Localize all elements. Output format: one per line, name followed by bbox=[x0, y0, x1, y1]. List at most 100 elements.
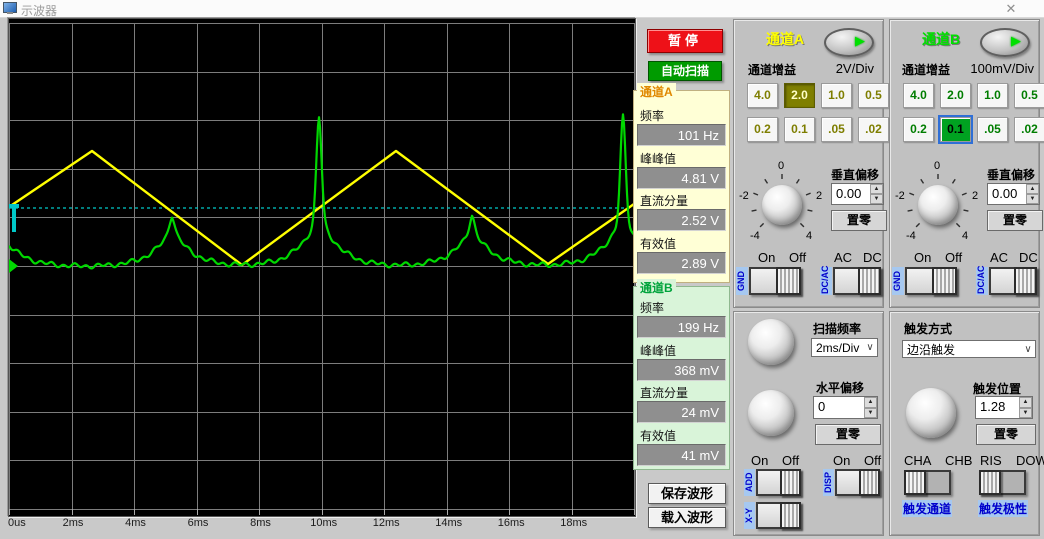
coupling-switch-tag: DC/AC bbox=[820, 267, 832, 295]
pause-button[interactable]: 暂停 bbox=[647, 29, 723, 53]
spinner-down-icon[interactable]: ▼ bbox=[1026, 194, 1039, 204]
switch-handle[interactable] bbox=[776, 267, 801, 295]
channel-b-panel-title: 通道B bbox=[922, 29, 960, 49]
pp-label: 峰峰值 bbox=[640, 150, 676, 167]
switch-handle[interactable] bbox=[859, 469, 880, 496]
spinner-down-icon[interactable]: ▼ bbox=[864, 408, 877, 419]
dow-label: DOW bbox=[1016, 453, 1044, 468]
dc-label: DC bbox=[863, 250, 882, 265]
ac-label: AC bbox=[990, 250, 1008, 265]
gain-button-a-2-0[interactable]: 2.0 bbox=[784, 83, 815, 108]
vertical-offset-knob-b[interactable] bbox=[918, 185, 958, 225]
pp-a-display: 4.81 V bbox=[637, 167, 726, 189]
coupling-switch-a[interactable] bbox=[833, 267, 881, 295]
dc-a-display: 2.52 V bbox=[637, 209, 726, 231]
gain-button-b-0-1[interactable]: 0.1 bbox=[940, 117, 971, 142]
gain-button-b-05[interactable]: .05 bbox=[977, 117, 1008, 142]
switch-handle[interactable] bbox=[780, 469, 801, 496]
gain-button-b-1-0[interactable]: 1.0 bbox=[977, 83, 1008, 108]
trigger-level-knob[interactable] bbox=[906, 388, 956, 438]
trigger-position-value[interactable]: 1.28 bbox=[976, 397, 1019, 418]
horizontal-offset-input[interactable]: 0 ▲▼ bbox=[813, 396, 878, 419]
trigger-channel-tag: 触发通道 bbox=[902, 500, 952, 517]
zero-trigger-position-button[interactable]: 置零 bbox=[976, 424, 1036, 445]
x-axis-label: 18ms bbox=[560, 517, 587, 529]
disp-switch[interactable] bbox=[835, 469, 880, 496]
on-label: On bbox=[914, 250, 931, 265]
spinner-up-icon[interactable]: ▲ bbox=[870, 184, 883, 194]
gain-button-b-4-0[interactable]: 4.0 bbox=[903, 83, 934, 108]
gnd-switch-tag: GND bbox=[736, 267, 748, 295]
channel-a-enable-toggle[interactable]: ▶ bbox=[824, 28, 874, 57]
spinner-up-icon[interactable]: ▲ bbox=[1026, 184, 1039, 194]
spinner-up-icon[interactable]: ▲ bbox=[1019, 397, 1032, 408]
vertical-offset-value-a[interactable]: 0.00 bbox=[832, 184, 870, 204]
add-switch[interactable] bbox=[756, 469, 801, 496]
pp-label: 峰峰值 bbox=[640, 342, 676, 359]
switch-handle[interactable] bbox=[904, 470, 926, 495]
close-icon[interactable]: ✕ bbox=[1002, 1, 1020, 16]
switch-handle[interactable] bbox=[932, 267, 957, 295]
gain-button-a-0-5[interactable]: 0.5 bbox=[858, 83, 889, 108]
switch-handle[interactable] bbox=[1014, 267, 1037, 295]
load-waveform-button[interactable]: 载入波形 bbox=[648, 507, 726, 528]
spinner-down-icon[interactable]: ▼ bbox=[1019, 408, 1032, 419]
oscilloscope-app-icon bbox=[3, 2, 17, 14]
save-waveform-button[interactable]: 保存波形 bbox=[648, 483, 726, 504]
vertical-offset-input-a[interactable]: 0.00 ▲▼ bbox=[831, 183, 884, 205]
sweep-rate-select[interactable]: 2ms/Div ∨ bbox=[811, 338, 878, 357]
channel-a-panel: 通道A ▶ 通道增益 2V/Div 2.0 4.0 1.0 0.5 0.2 0.… bbox=[733, 19, 884, 308]
trigger-channel-switch[interactable] bbox=[904, 470, 951, 495]
vertical-offset-knob-a[interactable] bbox=[762, 185, 802, 225]
trigger-mode-select[interactable]: 边沿触发 ∨ bbox=[902, 340, 1036, 358]
zero-vertical-offset-a-button[interactable]: 置零 bbox=[831, 210, 887, 231]
rms-label: 有效值 bbox=[640, 427, 676, 444]
freq-a-display: 101 Hz bbox=[637, 124, 726, 146]
freq-b-display: 199 Hz bbox=[637, 316, 726, 338]
off-label: Off bbox=[864, 453, 881, 468]
sweep-rate-value: 2ms/Div bbox=[812, 341, 863, 355]
sweep-rate-knob[interactable] bbox=[748, 319, 794, 365]
gain-button-a-4-0[interactable]: 4.0 bbox=[747, 83, 778, 108]
gain-button-a-0-1[interactable]: 0.1 bbox=[784, 117, 815, 142]
trigger-position-input[interactable]: 1.28 ▲▼ bbox=[975, 396, 1033, 419]
on-label: On bbox=[751, 453, 768, 468]
coupling-switch-b[interactable] bbox=[989, 267, 1037, 295]
gnd-switch-b[interactable] bbox=[905, 267, 957, 295]
chevron-down-icon: ∨ bbox=[1021, 344, 1035, 355]
gain-button-a-05[interactable]: .05 bbox=[821, 117, 852, 142]
gain-button-b-0-2[interactable]: 0.2 bbox=[903, 117, 934, 142]
vertical-offset-input-b[interactable]: 0.00 ▲▼ bbox=[987, 183, 1040, 205]
vertical-offset-value-b[interactable]: 0.00 bbox=[988, 184, 1026, 204]
zero-horizontal-offset-button[interactable]: 置零 bbox=[815, 424, 881, 445]
channel-b-enable-toggle[interactable]: ▶ bbox=[980, 28, 1030, 57]
rms-a-display: 2.89 V bbox=[637, 252, 726, 274]
channel-b-measurements: 通道B 频率 199 Hz 峰峰值 368 mV 直流分量 24 mV 有效值 … bbox=[633, 286, 730, 470]
gain-label: 通道增益 bbox=[902, 61, 950, 78]
spinner-down-icon[interactable]: ▼ bbox=[870, 194, 883, 204]
switch-handle[interactable] bbox=[858, 267, 881, 295]
trigger-polarity-tag: 触发极性 bbox=[978, 500, 1028, 517]
switch-handle[interactable] bbox=[979, 470, 1001, 495]
x-axis-label: 8ms bbox=[250, 517, 271, 529]
spinner-up-icon[interactable]: ▲ bbox=[864, 397, 877, 408]
gain-button-a-0-2[interactable]: 0.2 bbox=[747, 117, 778, 142]
gain-button-b-02[interactable]: .02 bbox=[1014, 117, 1044, 142]
horizontal-offset-value[interactable]: 0 bbox=[814, 397, 864, 418]
knob-scale-0: 0 bbox=[778, 160, 784, 172]
autoscan-button[interactable]: 自动扫描 bbox=[648, 61, 722, 81]
trigger-polarity-switch[interactable] bbox=[979, 470, 1026, 495]
knob-scale-2: 2 bbox=[972, 190, 978, 202]
gain-button-b-2-0[interactable]: 2.0 bbox=[940, 83, 971, 108]
switch-handle[interactable] bbox=[780, 502, 801, 529]
xy-switch[interactable] bbox=[756, 502, 801, 529]
gnd-switch-a[interactable] bbox=[749, 267, 801, 295]
horizontal-offset-knob[interactable] bbox=[748, 390, 794, 436]
gain-button-b-0-5[interactable]: 0.5 bbox=[1014, 83, 1044, 108]
x-axis-label: 6ms bbox=[188, 517, 209, 529]
off-label: Off bbox=[945, 250, 962, 265]
ac-label: AC bbox=[834, 250, 852, 265]
gain-button-a-02[interactable]: .02 bbox=[858, 117, 889, 142]
zero-vertical-offset-b-button[interactable]: 置零 bbox=[987, 210, 1043, 231]
gain-button-a-1-0[interactable]: 1.0 bbox=[821, 83, 852, 108]
